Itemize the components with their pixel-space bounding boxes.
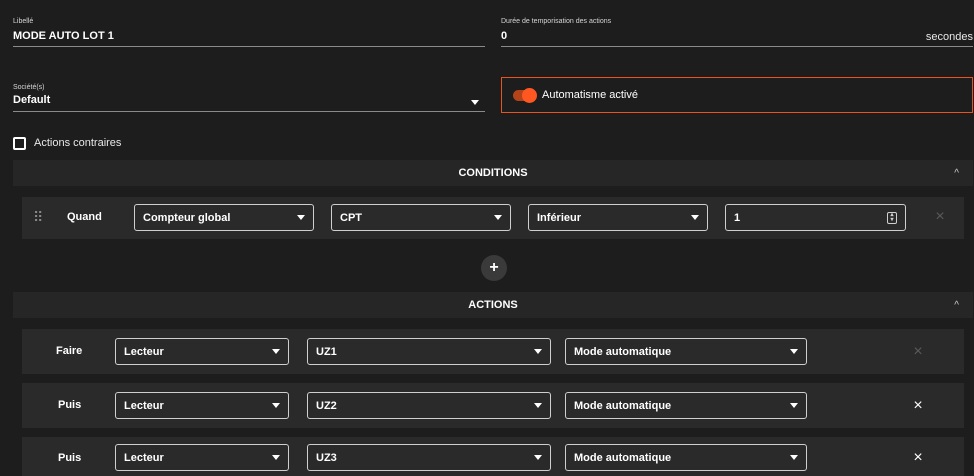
select-value: Lecteur <box>124 345 164 358</box>
select-value: Mode automatique <box>574 451 672 464</box>
action-select-target[interactable]: UZ3 <box>307 444 551 471</box>
select-value: CPT <box>340 211 362 224</box>
chevron-down-icon <box>534 349 542 354</box>
action-keyword: Puis <box>58 399 82 411</box>
select-value: Mode automatique <box>574 345 672 358</box>
action-select-mode[interactable]: Mode automatique <box>565 338 807 365</box>
societe-label: Société(s) <box>13 84 45 91</box>
chevron-down-icon <box>534 403 542 408</box>
remove-action-icon[interactable]: × <box>909 450 927 466</box>
societe-select[interactable]: Default <box>13 91 485 112</box>
chevron-down-icon <box>471 100 479 105</box>
number-value: 1 <box>734 211 741 224</box>
libelle-field[interactable]: MODE AUTO LOT 1 <box>13 26 485 47</box>
action-select-type[interactable]: Lecteur <box>115 392 289 419</box>
select-value: Mode automatique <box>574 399 672 412</box>
select-value: Inférieur <box>537 211 582 224</box>
action-select-mode[interactable]: Mode automatique <box>565 444 807 471</box>
stepper-icon[interactable]: ▴ ▾ <box>887 211 897 224</box>
action-select-target[interactable]: UZ1 <box>307 338 551 365</box>
toggle-knob <box>522 88 537 103</box>
automatisme-label: Automatisme activé <box>542 89 638 101</box>
select-value: Compteur global <box>143 211 231 224</box>
chevron-down-icon <box>790 349 798 354</box>
duree-field[interactable]: 0 secondes <box>501 26 973 47</box>
chevron-down-icon <box>272 403 280 408</box>
remove-action-icon[interactable]: × <box>909 398 927 414</box>
chevron-down-icon <box>272 349 280 354</box>
action-row: Puis Lecteur UZ3 Mode automatique × <box>22 437 964 476</box>
remove-action-icon[interactable]: × <box>909 344 927 360</box>
action-row: Faire Lecteur UZ1 Mode automatique × <box>22 329 964 374</box>
condition-select-source[interactable]: Compteur global <box>134 204 314 231</box>
action-row: Puis Lecteur UZ2 Mode automatique × <box>22 383 964 428</box>
action-keyword: Puis <box>58 452 82 464</box>
chevron-down-icon <box>790 455 798 460</box>
libelle-value: MODE AUTO LOT 1 <box>13 30 114 42</box>
duree-label: Durée de temporisation des actions <box>501 18 612 25</box>
libelle-label: Libellé <box>13 18 34 25</box>
select-value: UZ2 <box>316 399 337 412</box>
chevron-down-icon <box>790 403 798 408</box>
condition-select-operator[interactable]: Inférieur <box>528 204 708 231</box>
condition-keyword: Quand <box>67 211 102 223</box>
remove-condition-icon[interactable]: × <box>931 209 949 225</box>
duree-value: 0 <box>501 30 508 42</box>
action-select-type[interactable]: Lecteur <box>115 444 289 471</box>
conditions-header[interactable]: CONDITIONS ^ <box>13 160 973 186</box>
condition-select-counter[interactable]: CPT <box>331 204 511 231</box>
action-keyword: Faire <box>56 345 83 357</box>
select-value: Lecteur <box>124 399 164 412</box>
automatisme-toggle[interactable] <box>513 88 537 103</box>
condition-row: ⠿ Quand Compteur global CPT Inférieur 1 … <box>22 197 964 239</box>
collapse-icon[interactable]: ^ <box>954 168 959 179</box>
select-value: UZ3 <box>316 451 337 464</box>
chevron-down-icon <box>297 215 305 220</box>
duree-unit: secondes <box>925 31 973 43</box>
actions-contraires-label: Actions contraires <box>34 137 122 149</box>
select-value: UZ1 <box>316 345 337 358</box>
select-value: Lecteur <box>124 451 164 464</box>
chevron-down-icon <box>272 455 280 460</box>
actions-header[interactable]: ACTIONS ^ <box>13 292 973 318</box>
action-select-target[interactable]: UZ2 <box>307 392 551 419</box>
add-condition-button[interactable]: + <box>481 255 507 281</box>
actions-contraires-checkbox[interactable] <box>13 137 26 150</box>
actions-title: ACTIONS <box>468 299 518 311</box>
collapse-icon[interactable]: ^ <box>954 300 959 311</box>
societe-value: Default <box>13 94 51 106</box>
condition-number-input[interactable]: 1 ▴ ▾ <box>725 204 906 231</box>
drag-handle-icon[interactable]: ⠿ <box>33 209 43 226</box>
chevron-down-icon <box>494 215 502 220</box>
conditions-title: CONDITIONS <box>458 167 528 179</box>
chevron-down-icon <box>691 215 699 220</box>
action-select-mode[interactable]: Mode automatique <box>565 392 807 419</box>
chevron-down-icon <box>534 455 542 460</box>
action-select-type[interactable]: Lecteur <box>115 338 289 365</box>
automatisme-box: Automatisme activé <box>501 77 973 113</box>
